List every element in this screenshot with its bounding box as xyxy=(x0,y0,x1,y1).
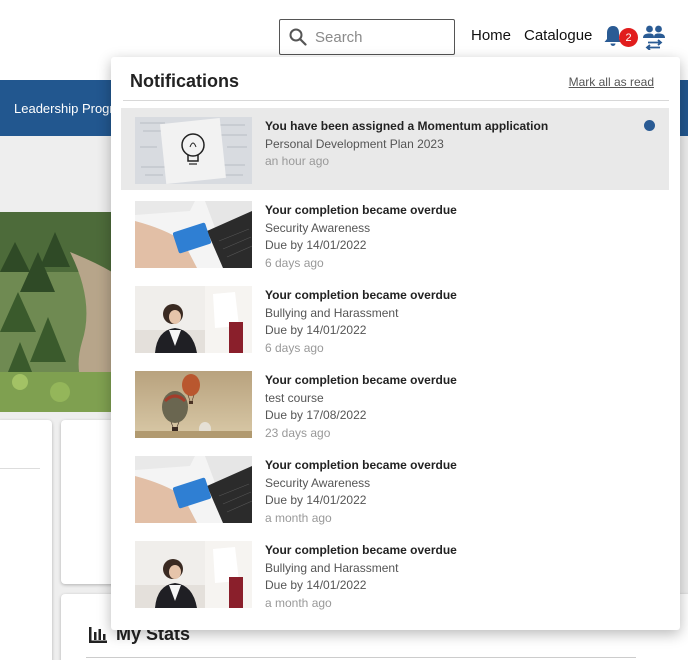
notification-item[interactable]: Your completion became overdue test cour… xyxy=(121,362,669,444)
notification-due-date: Due by 14/01/2022 xyxy=(265,323,367,337)
stressed-office-worker-thumbnail xyxy=(135,286,252,353)
hot-air-balloons-thumbnail xyxy=(135,371,252,438)
notification-course: test course xyxy=(265,390,324,405)
mark-all-read-link[interactable]: Mark all as read xyxy=(569,75,654,89)
lightbulb-sketch-thumbnail xyxy=(135,117,252,184)
notifications-title: Notifications xyxy=(130,71,240,91)
notification-course: Bullying and Harassment xyxy=(265,560,399,575)
notification-due-date: Due by 14/01/2022 xyxy=(265,493,367,507)
notification-badge: 2 xyxy=(619,28,638,47)
notification-item[interactable]: Your completion became overdue Bullying … xyxy=(121,532,669,614)
notification-due-date: Due by 14/01/2022 xyxy=(265,578,367,592)
notification-due-date: Due by 14/01/2022 xyxy=(265,238,367,252)
notifications-panel: Notifications Mark all as read You have … xyxy=(111,57,680,630)
notification-title: Your completion became overdue xyxy=(265,288,457,302)
bar-chart-icon xyxy=(89,626,107,643)
notification-course: Security Awareness xyxy=(265,220,371,235)
left-card xyxy=(0,420,52,660)
notification-time: 6 days ago xyxy=(265,340,324,355)
forest-hero-image xyxy=(0,212,112,412)
search-icon xyxy=(289,28,307,46)
program-banner-label[interactable]: Leadership Progra xyxy=(14,101,121,116)
panel-divider xyxy=(123,100,669,101)
credit-card-laptop-thumbnail xyxy=(135,456,252,523)
stats-divider xyxy=(86,657,636,658)
credit-card-laptop-thumbnail xyxy=(135,201,252,268)
notification-item[interactable]: Your completion became overdue Security … xyxy=(121,192,669,274)
notification-time: 23 days ago xyxy=(265,425,331,440)
unread-dot xyxy=(644,120,655,131)
notification-time: an hour ago xyxy=(265,154,330,168)
notification-course: Personal Development Plan 2023 xyxy=(265,136,444,151)
notification-item[interactable]: Your completion became overdue Bullying … xyxy=(121,277,669,359)
notification-time: a month ago xyxy=(265,510,332,525)
notification-time: a month ago xyxy=(265,595,332,610)
notification-title: Your completion became overdue xyxy=(265,458,457,472)
notification-title: Your completion became overdue xyxy=(265,373,457,387)
notification-title: You have been assigned a Momentum applic… xyxy=(265,119,549,133)
notification-course: Bullying and Harassment xyxy=(265,305,399,320)
nav-catalogue[interactable]: Catalogue xyxy=(524,27,592,44)
search-input[interactable] xyxy=(315,28,445,46)
notification-course: Security Awareness xyxy=(265,475,371,490)
search-box[interactable] xyxy=(279,19,455,55)
notification-title: Your completion became overdue xyxy=(265,543,457,557)
card-divider xyxy=(0,468,40,469)
notification-item[interactable]: You have been assigned a Momentum applic… xyxy=(121,108,669,190)
stressed-office-worker-thumbnail xyxy=(135,541,252,608)
notification-due-date: Due by 17/08/2022 xyxy=(265,408,367,422)
notification-title: Your completion became overdue xyxy=(265,203,457,217)
notification-item[interactable]: Your completion became overdue Security … xyxy=(121,447,669,529)
notification-time: 6 days ago xyxy=(265,255,324,270)
nav-home[interactable]: Home xyxy=(471,27,511,44)
switch-users-icon[interactable] xyxy=(642,24,666,50)
